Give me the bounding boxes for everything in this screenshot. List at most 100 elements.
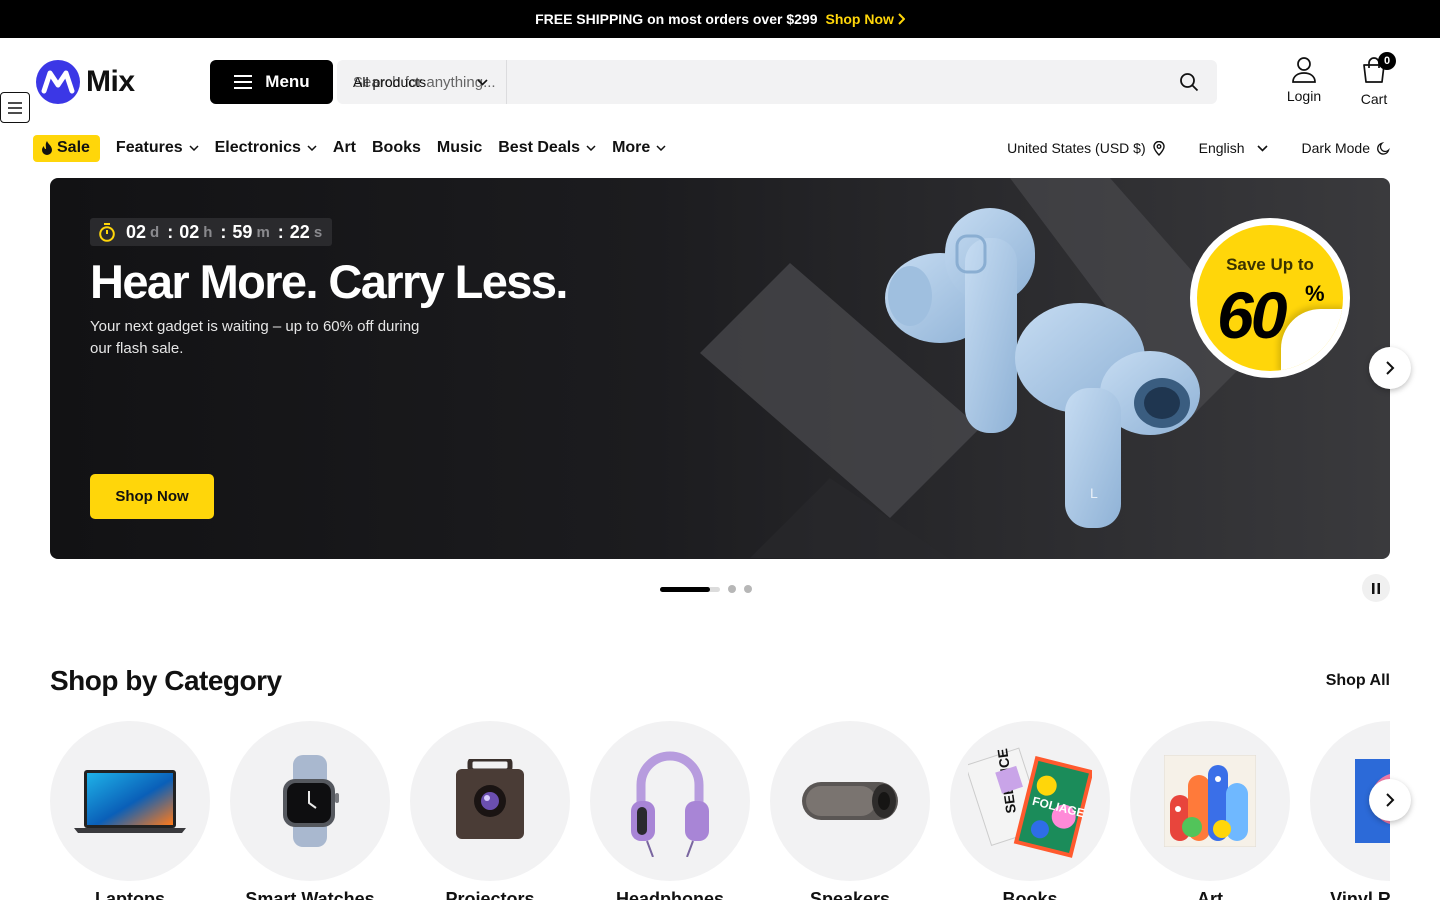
nav-item-music[interactable]: Music	[437, 139, 482, 157]
category-books[interactable]: SEE NICE FOLIAGE Books	[950, 721, 1110, 900]
chevron-right-icon	[1386, 361, 1395, 375]
section-title: Shop by Category	[50, 665, 282, 696]
brand-logo[interactable]: Mix	[36, 60, 135, 104]
nav-item-sale[interactable]: Sale	[33, 134, 100, 162]
hero-title: Hear More. Carry Less.	[90, 255, 568, 308]
announcement-shop-link[interactable]: Shop Now	[825, 11, 905, 27]
chevron-down-icon	[656, 145, 666, 151]
language-label: English	[1198, 140, 1245, 156]
login-button[interactable]: Login	[1278, 56, 1330, 104]
announcement-text: FREE SHIPPING on most orders over $299	[535, 11, 818, 27]
chevron-down-icon	[307, 145, 317, 151]
category-label: Vinyl Records	[1330, 889, 1390, 900]
nav-item-features[interactable]: Features	[116, 139, 199, 157]
slide-dot[interactable]	[744, 585, 752, 593]
search-bar: All products Search for anything...	[337, 60, 1217, 104]
category-laptops[interactable]: Laptops	[50, 721, 210, 900]
region-selector[interactable]: United States (USD $)	[1007, 140, 1165, 156]
chevron-right-icon	[1386, 793, 1395, 807]
cart-button[interactable]: 0 Cart	[1350, 52, 1398, 107]
nav-item-best-deals[interactable]: Best Deals	[498, 139, 596, 157]
slide-progress-track[interactable]	[660, 586, 720, 592]
shop-all-link[interactable]: Shop All	[1326, 672, 1390, 690]
sticker-curl	[1281, 309, 1343, 371]
announcement-shop-label: Shop Now	[825, 11, 894, 27]
nav-item-electronics[interactable]: Electronics	[215, 139, 317, 157]
slide-dot[interactable]	[728, 585, 736, 593]
language-selector[interactable]: English	[1199, 140, 1268, 156]
search-button[interactable]	[1161, 60, 1217, 104]
hero-cta-label: Shop Now	[115, 488, 189, 505]
countdown-separator: :	[220, 221, 227, 242]
slider-pause-button[interactable]	[1362, 574, 1390, 602]
utility-nav: United States (USD $) English Dark Mode	[1007, 134, 1390, 162]
nav-item-label: Music	[436, 139, 483, 156]
category-art[interactable]: Art	[1130, 721, 1290, 900]
category-label: Headphones	[615, 889, 725, 900]
hero-shop-now-button[interactable]: Shop Now	[90, 474, 214, 519]
countdown-minutes: 59	[232, 221, 253, 242]
sidebar-toggle-button[interactable]	[0, 92, 30, 123]
countdown-separator: :	[167, 221, 174, 242]
headphones-icon	[631, 751, 709, 857]
user-icon	[1292, 57, 1316, 83]
books-icon: SEE NICE FOLIAGE	[968, 747, 1092, 858]
slide-progress-fill	[660, 586, 710, 592]
menu-button[interactable]: Menu	[210, 60, 333, 104]
laptop-icon	[74, 770, 186, 833]
sticker-unit: %	[1305, 281, 1325, 306]
chevron-down-icon	[189, 145, 199, 151]
category-label: Art	[1197, 889, 1223, 900]
slider-pagination	[660, 585, 752, 593]
search-icon	[1180, 73, 1199, 92]
category-projectors[interactable]: Projectors	[410, 721, 570, 900]
category-speakers[interactable]: Speakers	[770, 721, 930, 900]
category-smart-watches[interactable]: Smart Watches	[230, 721, 390, 900]
menu-button-label: Menu	[265, 72, 310, 91]
speaker-icon	[802, 782, 898, 820]
countdown-seconds: 22	[289, 221, 310, 242]
smart-watch-icon	[283, 755, 339, 847]
pause-icon	[1372, 582, 1380, 594]
discount-sticker: Save Up to 60 %	[1190, 218, 1350, 378]
countdown-timer: 02 d : 02 h : 59 m : 22 s	[90, 218, 333, 246]
search-category-value: All products	[353, 74, 427, 90]
flame-icon	[42, 140, 52, 155]
dark-mode-toggle[interactable]: Dark Mode	[1302, 140, 1390, 156]
nav-item-label: Best Deals	[498, 139, 581, 156]
brand-name: Mix	[86, 65, 135, 98]
sticker-caption: Save Up to	[1226, 255, 1314, 274]
countdown-days: 02	[126, 221, 147, 242]
stopwatch-icon	[99, 222, 115, 242]
dark-mode-label: Dark Mode	[1301, 140, 1370, 156]
moon-icon	[1377, 141, 1390, 155]
cart-count-badge: 0	[1378, 52, 1396, 70]
chevron-down-icon	[477, 78, 488, 86]
location-pin-icon	[1152, 140, 1165, 156]
nav-item-books[interactable]: Books	[372, 139, 421, 157]
category-label: Books	[1002, 889, 1058, 900]
earbuds-image: L	[885, 208, 1200, 528]
hero-subtitle: Your next gadget is waiting – up to 60% …	[90, 318, 420, 357]
category-headphones[interactable]: Headphones	[590, 721, 750, 900]
countdown-seconds-unit: s	[313, 223, 323, 241]
hamburger-icon	[234, 75, 253, 89]
hamburger-icon	[8, 101, 22, 114]
chevron-right-icon	[898, 13, 905, 25]
nav-item-label: Electronics	[214, 139, 301, 156]
chevron-down-icon	[586, 145, 596, 151]
region-label: United States (USD $)	[1007, 140, 1146, 156]
sticker-value: 60	[1217, 278, 1287, 352]
category-carousel: Laptops Smart Watches Projectors Headpho…	[50, 721, 1390, 900]
nav-item-more[interactable]: More	[612, 139, 666, 157]
category-label: Speakers	[809, 889, 891, 900]
hero-banner: L 02 d : 02 h : 59 m : 22 s Hear More. C…	[50, 178, 1390, 559]
search-category-select[interactable]: All products	[337, 60, 507, 104]
logo-mark-icon	[36, 60, 80, 104]
hero-next-button[interactable]	[1369, 347, 1411, 389]
category-label: Laptops	[95, 889, 165, 900]
countdown-hours: 02	[179, 221, 200, 242]
nav-item-art[interactable]: Art	[333, 139, 356, 157]
category-next-button[interactable]	[1369, 779, 1411, 821]
projector-icon	[456, 759, 524, 839]
